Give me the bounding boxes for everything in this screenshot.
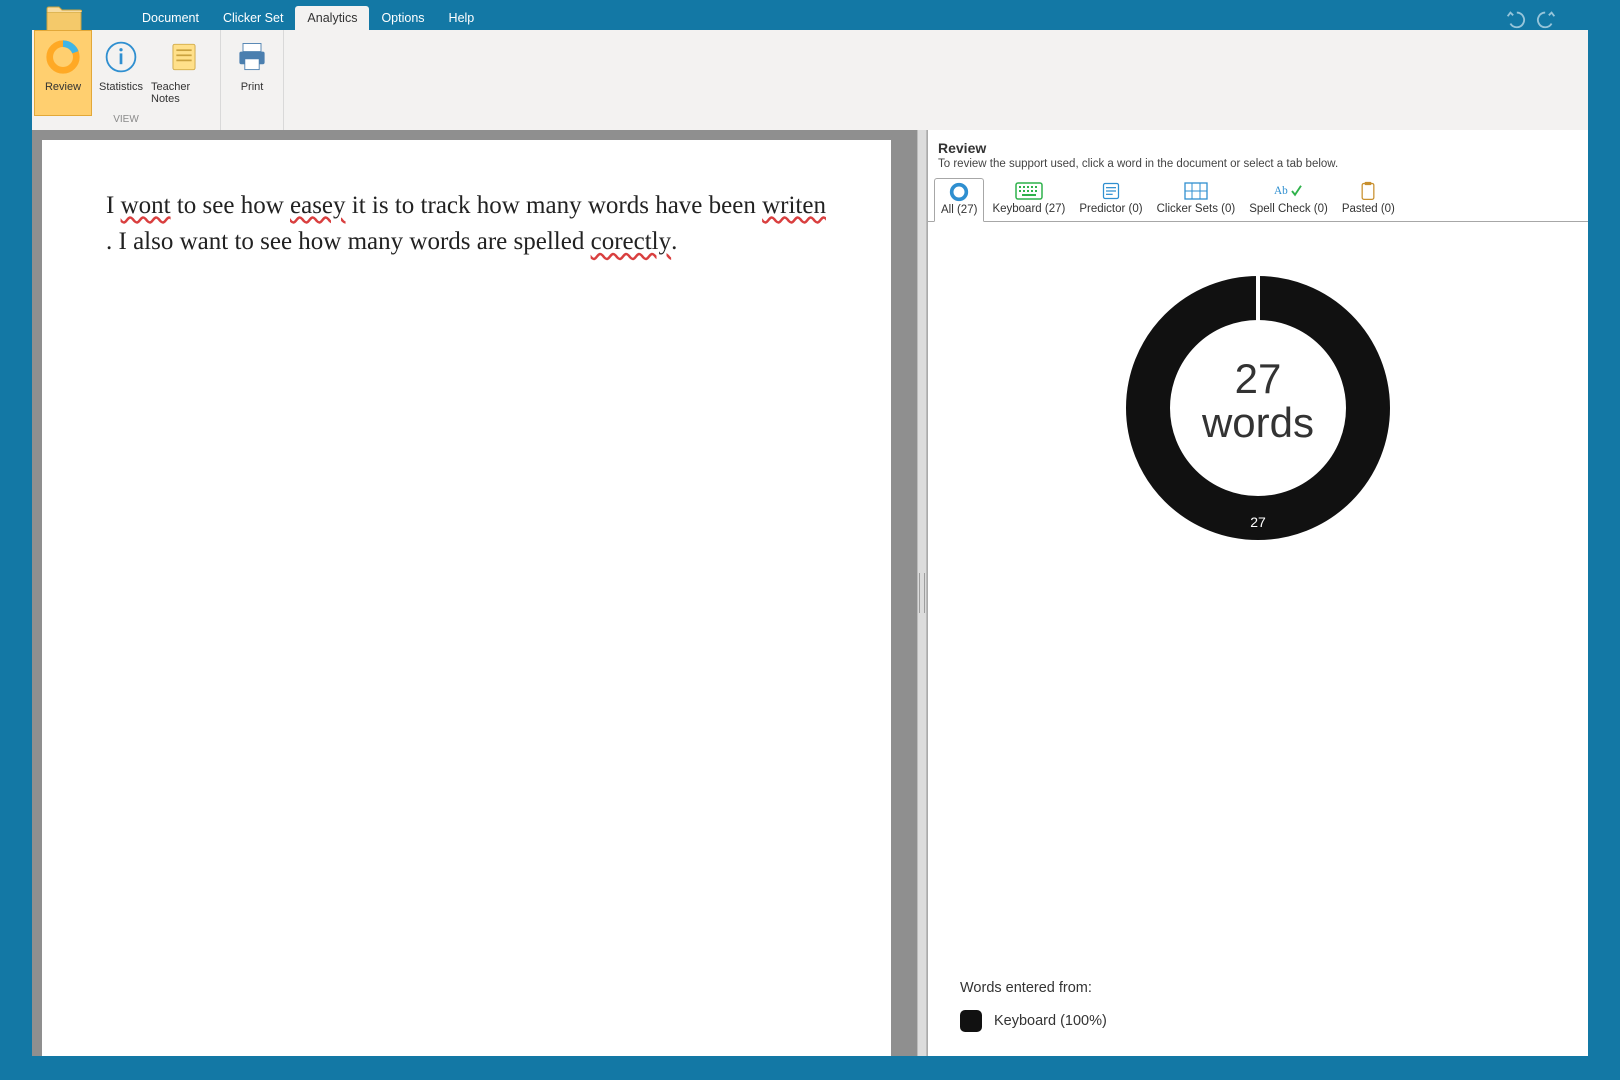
ribbon-print-label: Print (241, 81, 264, 93)
keyboard-icon (1014, 181, 1044, 201)
ribbon: Review Statistics Teacher Notes VIEW (32, 30, 1588, 131)
grid-icon (1181, 181, 1211, 201)
folder-icon[interactable] (46, 4, 82, 32)
doc-text: I wont to see how easey it is to track h… (106, 192, 826, 255)
tab-predictor-label: Predictor (0) (1079, 203, 1142, 215)
legend-item: Keyboard (100%) (960, 1010, 1107, 1032)
predictor-icon (1096, 181, 1126, 201)
misspelled-word: corectly (591, 224, 672, 260)
ribbon-statistics-button[interactable]: Statistics (92, 30, 150, 116)
misspelled-word: easey (290, 188, 346, 224)
ribbon-statistics-label: Statistics (99, 81, 143, 93)
printer-icon (232, 37, 272, 77)
app-window: Document Clicker Set Analytics Options H… (32, 0, 1588, 1056)
tab-pasted-label: Pasted (0) (1342, 203, 1395, 215)
ribbon-teacher-notes-label: Teacher Notes (151, 81, 217, 105)
document-page[interactable]: I wont to see how easey it is to track h… (42, 140, 891, 1056)
donut-center-text: 27 words (1202, 357, 1314, 445)
tab-clicker-sets[interactable]: Clicker Sets (0) (1151, 178, 1242, 221)
tab-clicker-sets-label: Clicker Sets (0) (1157, 203, 1236, 215)
ribbon-teacher-notes-button[interactable]: Teacher Notes (150, 30, 218, 116)
undo-icon[interactable] (1504, 8, 1526, 30)
misspelled-word: writen (762, 188, 826, 224)
ribbon-group-print: Print (221, 30, 284, 130)
document-area: I wont to see how easey it is to track h… (32, 130, 917, 1056)
notes-icon (164, 37, 204, 77)
title-bar: Document Clicker Set Analytics Options H… (32, 0, 1588, 30)
review-panel: Review To review the support used, click… (927, 130, 1588, 1056)
tab-keyboard-label: Keyboard (27) (992, 203, 1065, 215)
ribbon-group-view-label: VIEW (113, 114, 139, 127)
menu-analytics[interactable]: Analytics (295, 6, 369, 30)
donut-words-label: words (1202, 401, 1314, 445)
tab-all[interactable]: All (27) (934, 178, 984, 222)
undo-redo-group (1504, 8, 1558, 30)
tab-all-label: All (27) (941, 204, 977, 216)
panel-tabs: All (27) Keyboard (27) Predictor (0) Cli… (928, 174, 1588, 222)
ribbon-print-button[interactable]: Print (223, 30, 281, 116)
donut-icon (43, 37, 83, 77)
tab-pasted[interactable]: Pasted (0) (1336, 178, 1401, 221)
menu-document[interactable]: Document (130, 6, 211, 30)
tab-predictor[interactable]: Predictor (0) (1073, 178, 1148, 221)
vertical-splitter[interactable] (917, 130, 927, 1056)
menu-bar: Document Clicker Set Analytics Options H… (130, 0, 486, 30)
donut-count: 27 (1202, 357, 1314, 401)
tab-spell-check-label: Spell Check (0) (1249, 203, 1328, 215)
ribbon-review-button[interactable]: Review (34, 30, 92, 116)
ribbon-group-view: Review Statistics Teacher Notes VIEW (32, 30, 221, 130)
legend: Words entered from: Keyboard (100%) (960, 980, 1107, 1032)
panel-body: 27 words 27 Words entered from: Keyboard… (940, 222, 1576, 1056)
misspelled-word: wont (121, 188, 171, 224)
tab-spell-check[interactable]: Ab Spell Check (0) (1243, 178, 1334, 221)
menu-help[interactable]: Help (437, 6, 487, 30)
panel-subtitle: To review the support used, click a word… (938, 158, 1578, 170)
svg-text:Ab: Ab (1274, 185, 1288, 197)
word-count-donut: 27 words 27 (1108, 258, 1408, 558)
panel-title: Review (938, 140, 1578, 156)
info-icon (101, 37, 141, 77)
menu-clicker-set[interactable]: Clicker Set (211, 6, 295, 30)
menu-options[interactable]: Options (369, 6, 436, 30)
content-area: I wont to see how easey it is to track h… (32, 130, 1588, 1056)
redo-icon[interactable] (1536, 8, 1558, 30)
donut-bottom-label: 27 (1250, 514, 1266, 530)
legend-item-label: Keyboard (100%) (994, 1013, 1107, 1029)
clipboard-icon (1353, 181, 1383, 201)
legend-swatch (960, 1010, 982, 1032)
tab-keyboard[interactable]: Keyboard (27) (986, 178, 1071, 221)
donut-icon (944, 182, 974, 202)
legend-title: Words entered from: (960, 980, 1107, 996)
spellcheck-icon: Ab (1274, 181, 1304, 201)
ribbon-review-label: Review (45, 81, 81, 93)
